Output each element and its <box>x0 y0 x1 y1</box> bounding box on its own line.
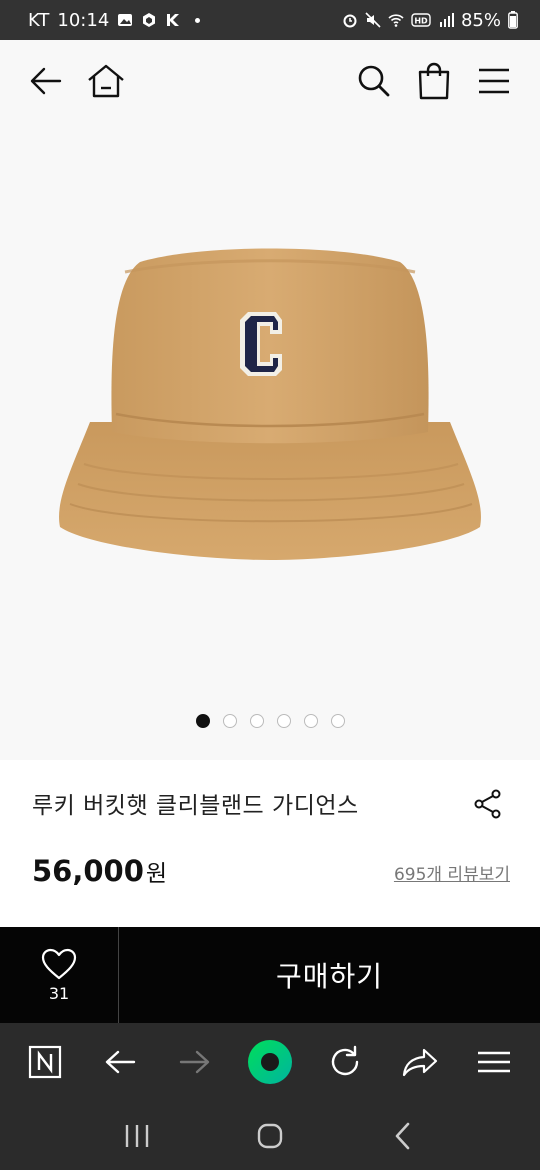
cart-button[interactable] <box>414 61 454 101</box>
carousel-dot[interactable] <box>249 714 264 728</box>
green-home-icon <box>247 1040 292 1084</box>
heart-icon <box>41 948 77 979</box>
box-icon <box>143 13 156 27</box>
product-image-bucket-hat <box>59 248 481 560</box>
browser-forward-button[interactable] <box>171 1038 219 1086</box>
purchase-bar: 31 구매하기 <box>0 927 540 1023</box>
back-icon <box>396 1122 410 1149</box>
battery-percent: 85% <box>460 9 501 31</box>
search-button[interactable] <box>354 61 394 101</box>
alarm-icon <box>343 14 357 28</box>
like-button[interactable]: 31 <box>0 927 119 1023</box>
battery-icon <box>508 11 518 29</box>
like-count: 31 <box>48 983 70 1003</box>
carousel-dot[interactable] <box>303 714 318 728</box>
carousel-dot[interactable] <box>276 714 291 728</box>
back-icon <box>106 1050 136 1074</box>
carousel-indicator <box>0 714 540 728</box>
mute-icon <box>365 12 381 28</box>
carousel-dot[interactable] <box>330 714 345 728</box>
menu-button[interactable] <box>474 61 514 101</box>
gallery-icon <box>118 14 133 26</box>
share-icon <box>474 789 501 819</box>
notification-dot <box>195 17 201 23</box>
product-image-carousel[interactable] <box>0 122 540 760</box>
search-icon <box>358 65 390 97</box>
price-value: 56,000 <box>32 854 144 888</box>
system-home-button[interactable] <box>248 1114 292 1158</box>
home-icon <box>88 64 124 98</box>
carrier-label: KT <box>28 9 50 31</box>
svg-text:HD: HD <box>414 17 428 26</box>
naver-n-icon <box>29 1045 62 1079</box>
reviews-link[interactable]: 695개 리뷰보기 <box>394 860 510 885</box>
browser-toolbar <box>0 1023 540 1101</box>
product-title: 루키 버킷햇 클리블랜드 가디언스 <box>32 793 359 819</box>
wifi-icon <box>388 14 404 27</box>
carousel-dot[interactable] <box>222 714 237 728</box>
k-app-icon <box>167 14 180 26</box>
clock: 10:14 <box>57 9 110 31</box>
refresh-icon <box>331 1045 358 1076</box>
back-arrow-icon <box>30 67 62 95</box>
product-info: 루키 버킷햇 클리블랜드 가디언스 56,000원 695개 리뷰보기 <box>0 760 540 927</box>
shopping-bag-icon <box>418 62 450 100</box>
browser-home-button[interactable] <box>246 1038 294 1086</box>
menu-icon <box>479 68 509 94</box>
back-button[interactable] <box>26 61 66 101</box>
home-icon <box>257 1123 283 1148</box>
system-back-button[interactable] <box>381 1114 425 1158</box>
buy-button[interactable]: 구매하기 <box>119 927 540 1023</box>
recent-apps-button[interactable] <box>115 1114 159 1158</box>
carousel-dot[interactable] <box>195 714 210 728</box>
browser-share-button[interactable] <box>396 1038 444 1086</box>
naver-button[interactable] <box>21 1038 69 1086</box>
price-unit: 원 <box>145 861 168 887</box>
signal-icon <box>439 13 454 27</box>
browser-back-button[interactable] <box>96 1038 144 1086</box>
recent-apps-icon <box>125 1124 148 1147</box>
status-bar: KT 10:14 HD 85% <box>0 0 540 40</box>
forward-icon <box>179 1050 210 1074</box>
browser-refresh-button[interactable] <box>321 1038 369 1086</box>
browser-menu-button[interactable] <box>470 1038 518 1086</box>
system-navigation-bar <box>0 1101 540 1170</box>
home-button[interactable] <box>86 61 126 101</box>
share-icon <box>402 1048 437 1077</box>
app-header <box>0 40 540 122</box>
product-price: 56,000원 <box>32 854 167 888</box>
menu-icon <box>478 1051 511 1073</box>
share-button[interactable] <box>470 786 506 822</box>
hd-icon: HD <box>411 13 431 27</box>
